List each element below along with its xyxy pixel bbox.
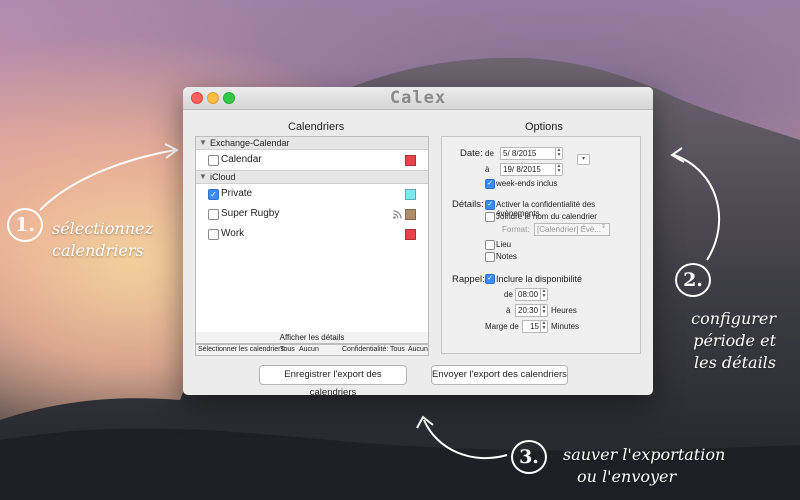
- calendar-row-work[interactable]: Work: [196, 224, 428, 244]
- weekends-checkbox[interactable]: ✓: [485, 179, 495, 189]
- select-all-button[interactable]: Tous: [280, 345, 295, 355]
- calendar-row-calendar[interactable]: Calendar: [196, 150, 428, 170]
- step-2-line-2: période et: [693, 331, 777, 350]
- minutes-label: Minutes: [551, 322, 580, 331]
- notes-checkbox[interactable]: [485, 252, 495, 262]
- arrow-2-icon: [670, 147, 721, 261]
- notes-label: Notes: [496, 252, 517, 261]
- step-3-line-1: sauver l'exportation: [563, 445, 726, 464]
- step-2-text: configurer période et les détails: [682, 308, 776, 374]
- margin-field[interactable]: 15: [522, 320, 542, 333]
- calendar-row-private[interactable]: ✓ Private: [196, 184, 428, 204]
- calendar-row-super-rugby[interactable]: Super Rugby: [196, 204, 428, 224]
- step-1-line-1: sélectionnez: [52, 219, 153, 238]
- availability-label: Inclure la disponibilité: [496, 274, 583, 284]
- group-name: Exchange-Calendar: [210, 138, 290, 148]
- calendar-list[interactable]: ▼ Exchange-Calendar Calendar ▼ iCloud ✓ …: [195, 136, 429, 334]
- checkbox-checked[interactable]: ✓: [208, 189, 219, 200]
- rappel-label: Rappel:: [452, 274, 485, 285]
- time-from-field[interactable]: 08:00: [515, 288, 541, 301]
- color-swatch: [405, 229, 416, 240]
- date-from-field[interactable]: 5/ 8/2015: [500, 147, 556, 160]
- calendar-label: Work: [221, 228, 245, 239]
- step-3-line-2: ou l'envoyer: [577, 467, 677, 486]
- calex-window: Calex Calendriers Options ▼ Exchange-Cal…: [183, 87, 653, 395]
- time-to-field[interactable]: 20:30: [515, 304, 541, 317]
- date-from-label: de: [485, 149, 494, 158]
- date-to-field[interactable]: 19/ 8/2015: [500, 163, 556, 176]
- calendar-label: Private: [221, 188, 253, 199]
- step-2-line-1: configurer: [691, 309, 777, 328]
- time-to-label: à: [506, 306, 511, 315]
- confidentiality-none-button[interactable]: Aucun: [408, 345, 428, 355]
- step-1-line-2: calendriers: [52, 241, 144, 260]
- rss-icon: [393, 210, 402, 219]
- time-from-label: de: [504, 290, 513, 299]
- lieu-label: Lieu: [496, 240, 512, 249]
- margin-label: Marge de: [485, 322, 519, 331]
- time-to-stepper[interactable]: ▲ ▼: [540, 304, 548, 317]
- color-swatch: [405, 155, 416, 166]
- date-to-label: à: [485, 165, 490, 174]
- group-name: iCloud: [210, 172, 236, 182]
- arrow-3-icon: [416, 415, 508, 460]
- selection-bar: Sélectionner les calendriers: Tous Aucun…: [195, 344, 429, 356]
- step-3-text: sauver l'exportation ou l'envoyer: [563, 444, 725, 488]
- select-none-button[interactable]: Aucun: [299, 345, 319, 355]
- step-2-line-3: les détails: [694, 353, 777, 372]
- options-panel: Date: de 5/ 8/2015 ▲ ▼ à 19/ 8/2015 ▲ ▼ ▾ …: [441, 136, 641, 354]
- send-export-button[interactable]: Envoyer l'export des calendriers: [431, 365, 568, 385]
- date-to-stepper[interactable]: ▲ ▼: [555, 163, 563, 176]
- calendars-title: Calendriers: [288, 121, 345, 133]
- save-export-button[interactable]: Enregistrer l'export des calendriers: [259, 365, 407, 395]
- format-select[interactable]: [Calendrier] Évè...: [534, 223, 610, 236]
- margin-stepper[interactable]: ▲ ▼: [540, 320, 548, 333]
- group-header-icloud[interactable]: ▼ iCloud: [196, 170, 428, 184]
- color-swatch: [405, 209, 416, 220]
- time-from-stepper[interactable]: ▲ ▼: [540, 288, 548, 301]
- options-title: Options: [525, 121, 563, 133]
- show-details-button[interactable]: Afficher les détails: [195, 332, 429, 344]
- checkbox[interactable]: [208, 229, 219, 240]
- join-name-label: Joindre le nom du calendrier: [496, 212, 597, 221]
- window-title: Calex: [389, 88, 447, 108]
- checkbox[interactable]: [208, 209, 219, 220]
- group-header-exchange[interactable]: ▼ Exchange-Calendar: [196, 137, 428, 150]
- hours-label: Heures: [551, 306, 577, 315]
- title-bar[interactable]: Calex: [183, 87, 653, 110]
- disclosure-triangle-icon[interactable]: ▼: [199, 137, 207, 149]
- weekends-label: week-ends inclus: [496, 179, 558, 188]
- date-from-stepper[interactable]: ▲ ▼: [555, 147, 563, 160]
- select-calendars-label: Sélectionner les calendriers:: [198, 346, 286, 353]
- calendar-label: Super Rugby: [221, 208, 280, 219]
- join-name-checkbox[interactable]: [485, 212, 495, 222]
- calendar-label: Calendar: [221, 154, 262, 165]
- lieu-checkbox[interactable]: [485, 240, 495, 250]
- confidentiality-label: Confidentialité:: [342, 346, 389, 353]
- confidentiality-all-button[interactable]: Tous: [390, 345, 405, 355]
- format-label: Format:: [502, 225, 530, 234]
- step-2-badge: 2.: [675, 263, 711, 297]
- availability-checkbox[interactable]: ✓: [485, 274, 495, 284]
- step-1-text: sélectionnez calendriers: [52, 218, 153, 262]
- checkbox[interactable]: [208, 155, 219, 166]
- privacy-checkbox[interactable]: ✓: [485, 200, 495, 210]
- date-label: Date:: [460, 148, 483, 159]
- calendar-picker-button[interactable]: ▾: [577, 154, 590, 165]
- disclosure-triangle-icon[interactable]: ▼: [199, 171, 207, 183]
- arrow-1-icon: [39, 143, 179, 211]
- details-label: Détails:: [452, 199, 484, 210]
- color-swatch: [405, 189, 416, 200]
- step-3-badge: 3.: [511, 440, 547, 474]
- chevron-updown-icon: ⇕: [601, 224, 607, 230]
